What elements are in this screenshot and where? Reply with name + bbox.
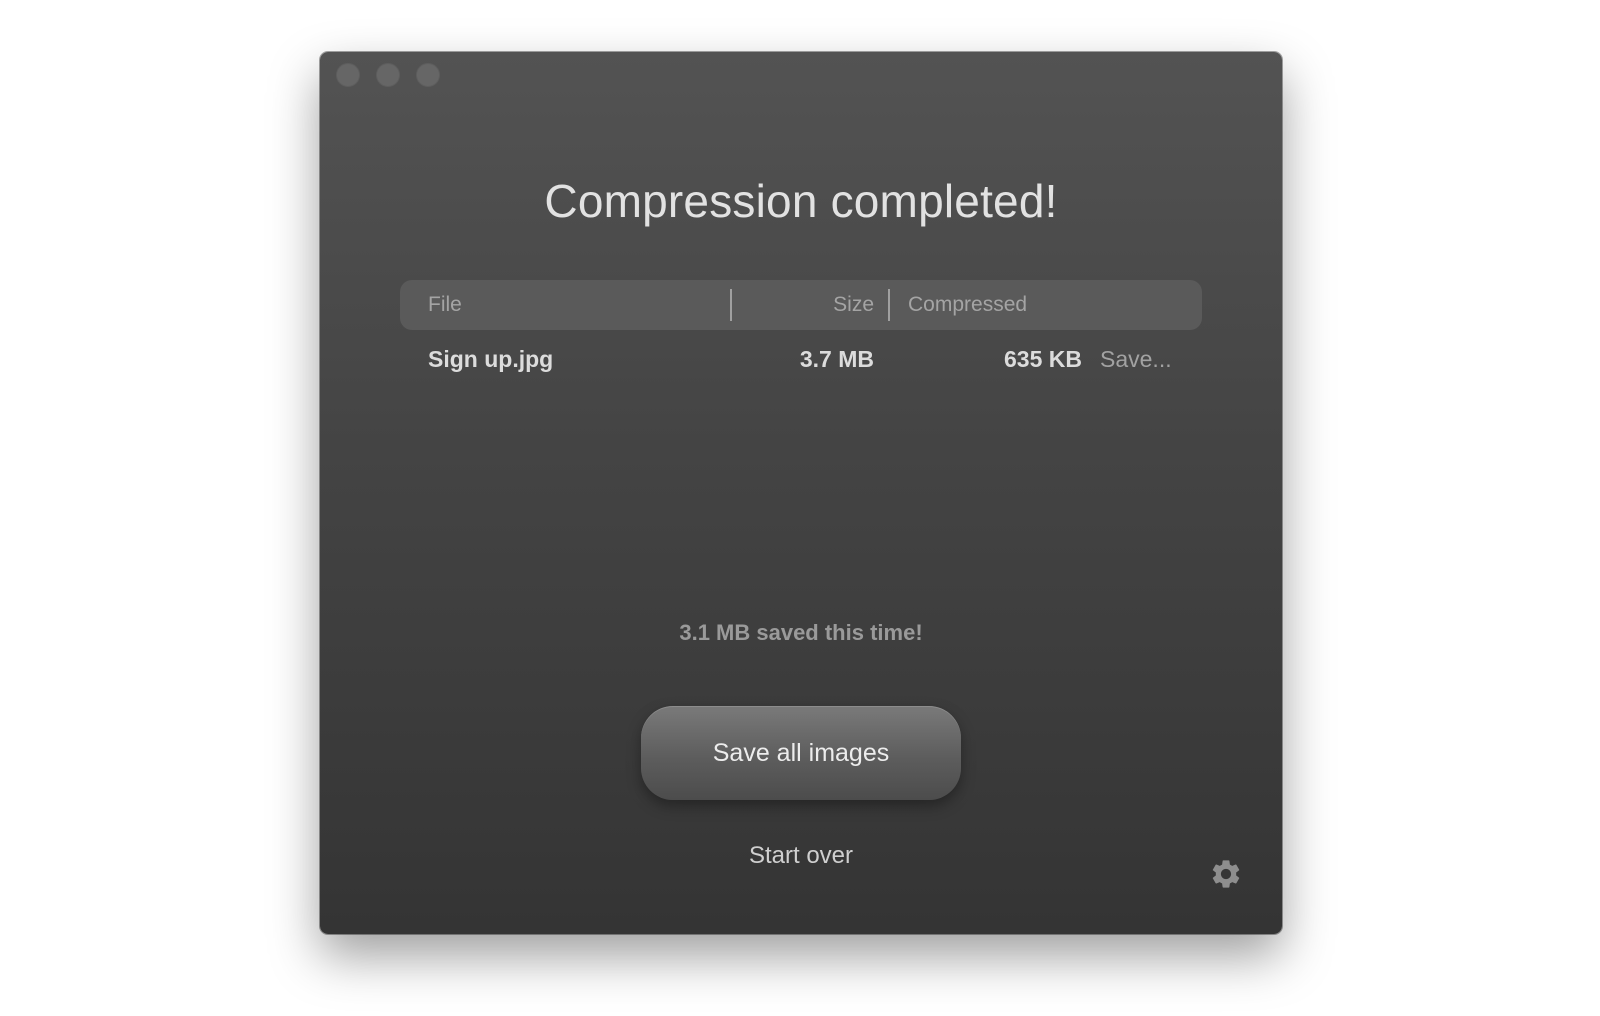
table-header: File Size Compressed bbox=[400, 280, 1202, 330]
start-over-link[interactable]: Start over bbox=[320, 842, 1282, 870]
file-size: 3.7 MB bbox=[799, 346, 874, 372]
column-divider[interactable] bbox=[730, 289, 732, 321]
table-row: Sign up.jpg 3.7 MB 635 KB Save... bbox=[400, 334, 1202, 384]
app-window: Compression completed! File Size Compres… bbox=[320, 52, 1282, 934]
file-name: Sign up.jpg bbox=[428, 346, 554, 372]
page-title: Compression completed! bbox=[544, 175, 1058, 227]
column-header-size[interactable]: Size bbox=[740, 280, 874, 330]
minimize-icon[interactable] bbox=[376, 63, 400, 87]
gear-icon[interactable] bbox=[1209, 857, 1243, 891]
column-header-file[interactable]: File bbox=[428, 280, 462, 330]
compressed-size: 635 KB bbox=[1004, 346, 1082, 372]
save-file-link[interactable]: Save... bbox=[1100, 334, 1172, 384]
window-controls bbox=[336, 63, 440, 87]
save-all-images-button[interactable]: Save all images bbox=[641, 706, 961, 800]
column-header-compressed[interactable]: Compressed bbox=[908, 280, 1082, 330]
savings-summary: 3.1 MB saved this time! bbox=[679, 620, 923, 645]
close-icon[interactable] bbox=[336, 63, 360, 87]
column-divider[interactable] bbox=[888, 289, 890, 321]
zoom-icon[interactable] bbox=[416, 63, 440, 87]
